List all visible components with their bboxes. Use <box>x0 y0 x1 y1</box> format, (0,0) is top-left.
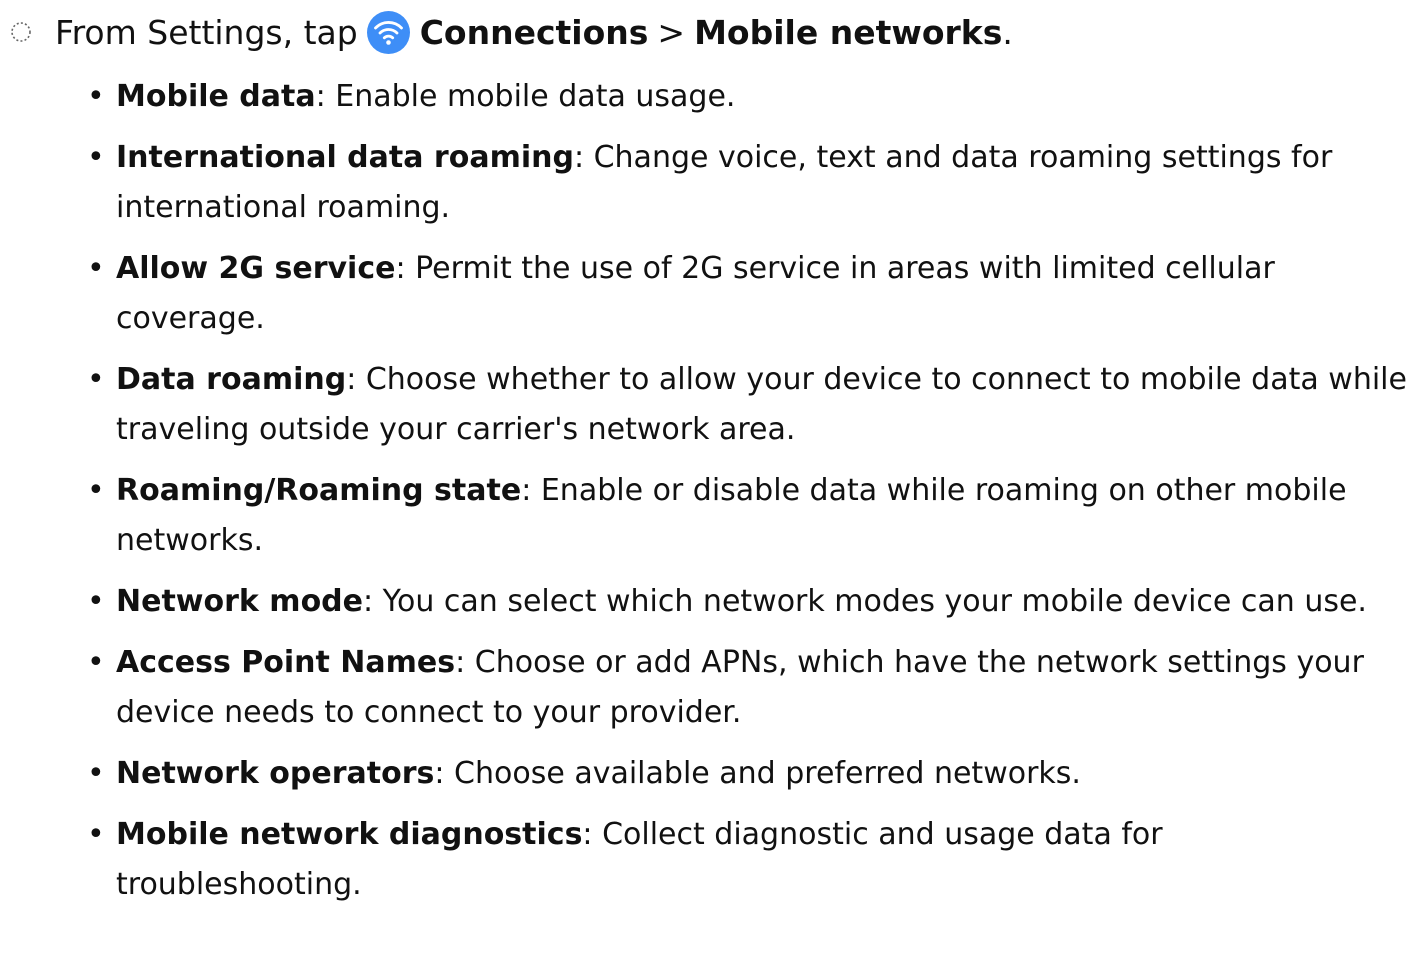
bullet-dot: • <box>87 473 105 508</box>
list-item: • International data roaming: Change voi… <box>82 133 1417 233</box>
bullet-dot: • <box>87 645 105 680</box>
path-mobile-networks: Mobile networks <box>694 12 1003 52</box>
bullet-dot: • <box>87 817 105 852</box>
dotted-circle-icon <box>8 19 34 45</box>
list-item: • Network mode: You can select which net… <box>82 577 1417 627</box>
step-instruction: From Settings, tap Connections > Mobile … <box>8 6 1013 58</box>
step-end-punctuation: . <box>1002 12 1013 52</box>
item-term: International data roaming <box>116 140 574 175</box>
bullet-dot: • <box>87 79 105 114</box>
item-term: Allow 2G service <box>116 251 396 286</box>
step-intro-text: From Settings, tap <box>55 12 358 52</box>
list-item: • Data roaming: Choose whether to allow … <box>82 355 1417 455</box>
bullet-dot: • <box>87 251 105 286</box>
path-separator: > <box>657 12 686 52</box>
path-connections: Connections <box>419 12 649 52</box>
item-term: Data roaming <box>116 362 347 397</box>
item-description: : Enable mobile data usage. <box>315 79 736 114</box>
list-item: • Access Point Names: Choose or add APNs… <box>82 638 1417 738</box>
bullet-dot: • <box>87 584 105 619</box>
list-item: • Roaming/Roaming state: Enable or disab… <box>82 466 1417 566</box>
list-item: • Mobile network diagnostics: Collect di… <box>82 810 1417 910</box>
settings-list: • Mobile data: Enable mobile data usage.… <box>82 72 1417 921</box>
item-term: Access Point Names <box>116 645 456 680</box>
list-item: • Allow 2G service: Permit the use of 2G… <box>82 244 1417 344</box>
item-term: Mobile data <box>116 79 316 114</box>
list-item: • Network operators: Choose available an… <box>82 749 1417 799</box>
list-item: • Mobile data: Enable mobile data usage. <box>82 72 1417 122</box>
bullet-dot: • <box>87 362 105 397</box>
item-description: : Choose available and preferred network… <box>434 756 1081 791</box>
wifi-icon <box>366 10 410 54</box>
bullet-dot: • <box>87 756 105 791</box>
item-description: : You can select which network modes you… <box>363 584 1367 619</box>
item-term: Network operators <box>116 756 435 791</box>
item-term: Mobile network diagnostics <box>116 817 583 852</box>
bullet-dot: • <box>87 140 105 175</box>
item-term: Network mode <box>116 584 364 619</box>
item-term: Roaming/Roaming state <box>116 473 522 508</box>
